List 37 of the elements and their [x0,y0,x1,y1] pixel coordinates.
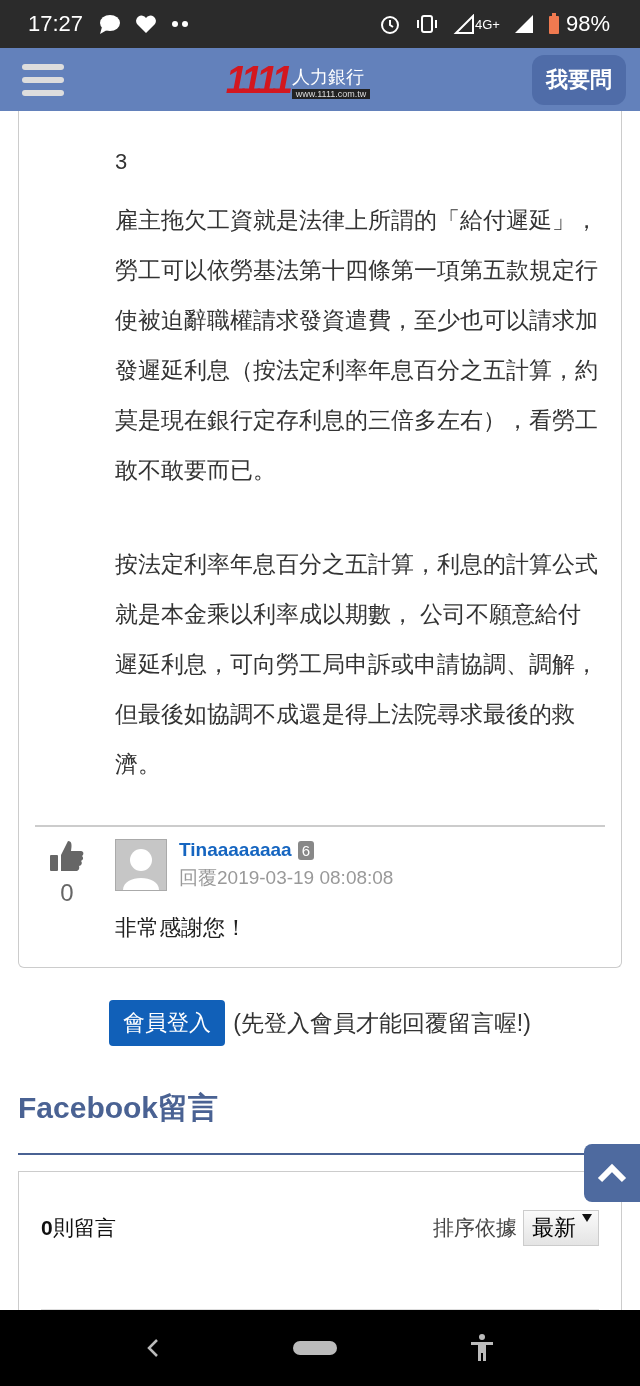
reply-text: 非常感謝您！ [115,914,248,942]
clock-time: 17:27 [28,11,84,37]
user-link[interactable]: Tinaaaaaaaa [179,839,292,861]
battery-icon [547,13,560,35]
logo-number: 1111 [225,60,290,99]
login-note: (先登入會員才能回覆留言喔!) [233,1008,531,1038]
logo-url: www.1111.com.tw [291,88,371,99]
answer-paragraph: 按法定利率年息百分之五計算，利息的計算公式就是本金乘以利率成以期數， 公司不願意給付遲延利息，可向勞工局申訴或申請協調、調解，但最後如協調不成還是得上法院尋求最後的救濟。 [115,550,599,779]
person-icon [121,846,161,890]
answer-paragraph: 雇主拖欠工資就是法律上所謂的「給付遲延」，勞工可以依勞基法第十四條第一項第五款規定行使被迫辭職權請求發資遣費，至少也可以請求加發遲延利息（按法定利率年息百分之五計算，約莫是現在銀行定存利息的三倍多左右），看勞工敢不敢要而已。 [115,206,599,485]
signal-icon [513,14,534,34]
sort-label: 排序依據 [433,1215,517,1241]
chevron-up-icon [597,1163,627,1183]
menu-icon[interactable] [22,61,64,98]
ask-button[interactable]: 我要問 [532,54,626,105]
reply-date: 回覆2019-03-19 08:08:08 [179,866,394,890]
vibrate-icon [415,14,439,34]
signal-icon [453,14,475,34]
more-icon [171,20,190,28]
alarm-icon [379,13,401,35]
caret-icon [582,1213,592,1223]
answer-number: 3 [114,148,129,175]
heart-icon [135,14,158,34]
like-count: 0 [60,879,74,907]
back-icon[interactable] [146,1338,161,1358]
chat-icon [97,13,122,35]
logo-name: 人力銀行 [291,65,365,89]
back-to-top-button[interactable] [584,1144,640,1202]
battery-percent: 98% [565,11,610,37]
login-button[interactable]: 會員登入 [109,1000,226,1046]
level-badge: 6 [297,840,315,860]
sort-select[interactable]: 最新 [523,1210,599,1246]
network-type: 4G+ [475,16,500,32]
comment-count: 0則留言 [41,1215,116,1241]
thumbs-up-icon[interactable] [50,839,84,873]
home-button[interactable] [293,1341,337,1355]
accessibility-icon[interactable] [469,1334,494,1362]
